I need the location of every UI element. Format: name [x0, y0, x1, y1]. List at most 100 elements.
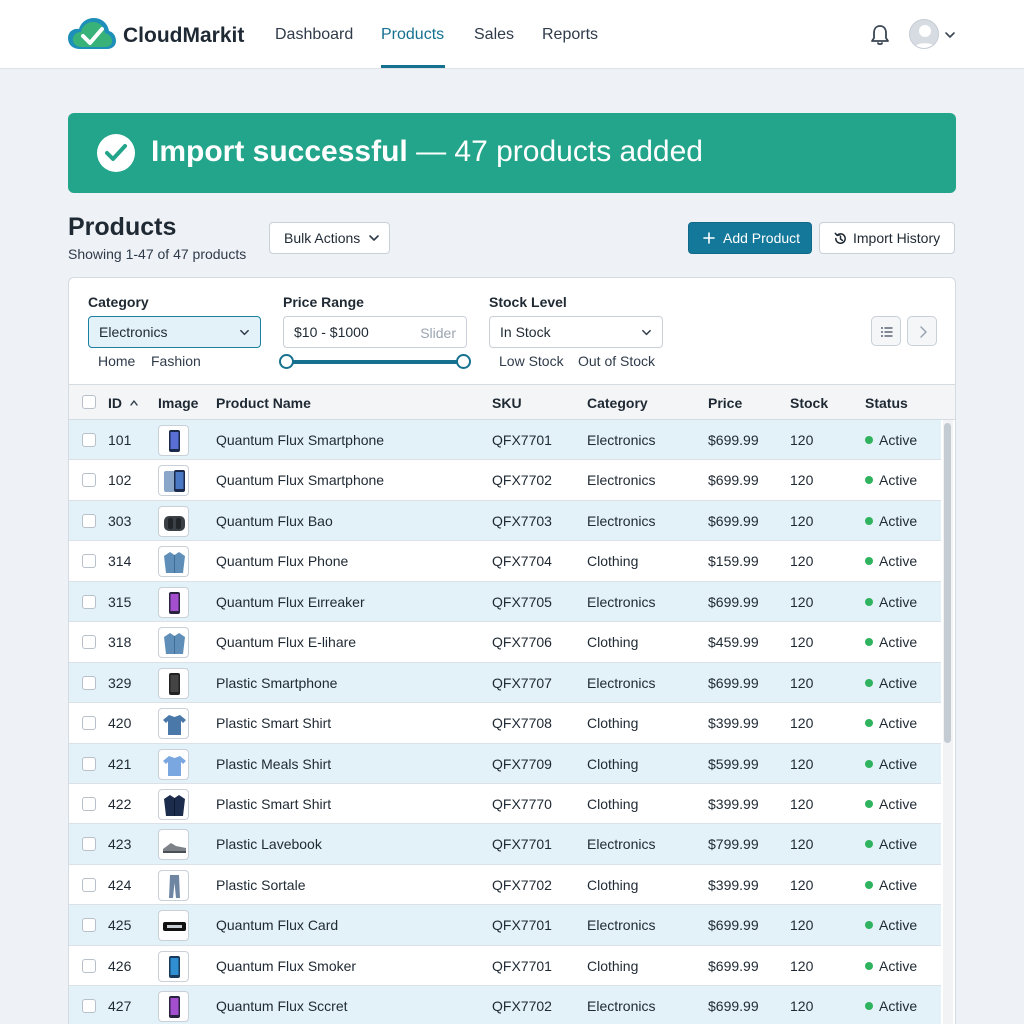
product-name[interactable]: Quantum Flux Card [216, 917, 338, 933]
row-checkbox[interactable] [82, 837, 96, 852]
table-row[interactable]: 420 Plastic Smart Shirt QFX7708 Clothing… [69, 703, 941, 744]
row-checkbox[interactable] [82, 433, 96, 447]
table-row[interactable]: 101 Quantum Flux Smartphone QFX7701 Elec… [69, 420, 941, 461]
price-range-input[interactable]: $10 - $1000 Slider [283, 316, 467, 348]
row-checkbox[interactable] [82, 999, 96, 1014]
column-header-status[interactable]: Status [865, 395, 908, 411]
product-name[interactable]: Quantum Flux E-lihare [216, 634, 356, 650]
row-checkbox[interactable] [82, 918, 96, 933]
nav-tab-reports[interactable]: Reports [542, 26, 598, 44]
column-header-sku[interactable]: SKU [492, 395, 522, 411]
table-row[interactable]: 423 Plastic Lavebook QFX7701 Electronics… [69, 824, 941, 865]
column-header-category[interactable]: Category [587, 395, 648, 411]
chevron-down-icon[interactable] [944, 29, 956, 41]
brand-name[interactable]: CloudMarkit [123, 24, 244, 48]
product-thumbnail[interactable] [158, 425, 189, 456]
product-thumbnail[interactable] [158, 708, 189, 740]
product-name[interactable]: Plastic Sortale [216, 877, 305, 893]
nav-tab-products[interactable]: Products [381, 26, 444, 44]
table-row[interactable]: 422 Plastic Smart Shirt QFX7770 Clothing… [69, 784, 941, 825]
table-row[interactable]: 424 Plastic Sortale QFX7702 Clothing $39… [69, 865, 941, 906]
cloud-check-logo[interactable] [68, 17, 116, 51]
product-name[interactable]: Quantum Flux Smartphone [216, 472, 384, 488]
stock-level-select[interactable]: In Stock [489, 316, 663, 348]
product-thumbnail[interactable] [158, 950, 189, 982]
product-name[interactable]: Quantum Flux Bao [216, 513, 333, 529]
table-row[interactable]: 329 Plastic Smartphone QFX7707 Electroni… [69, 662, 941, 704]
table-row[interactable]: 427 Quantum Flux Sccret QFX7702 Electron… [69, 986, 941, 1024]
select-all-checkbox[interactable] [82, 395, 96, 409]
bell-icon[interactable] [870, 24, 890, 46]
import-history-button[interactable]: Import History [819, 222, 955, 254]
product-thumbnail[interactable] [158, 627, 189, 659]
status-badge: Active [879, 715, 918, 732]
table-scrollbar-thumb[interactable] [944, 423, 951, 743]
product-name[interactable]: Plastic Smart Shirt [216, 796, 331, 812]
banner-message: Import successful — 47 products added [151, 135, 703, 169]
category-option-fashion[interactable]: Fashion [151, 353, 201, 369]
row-checkbox[interactable] [82, 635, 96, 650]
product-name[interactable]: Quantum Flux Smartphone [216, 432, 384, 448]
nav-tab-dashboard[interactable]: Dashboard [275, 26, 353, 44]
stock-option-low[interactable]: Low Stock [499, 353, 564, 369]
product-thumbnail[interactable] [158, 748, 189, 780]
table-row[interactable]: 102 Quantum Flux Smartphone QFX7702 Elec… [69, 460, 941, 501]
product-stock: 120 [790, 836, 814, 853]
product-name[interactable]: Quantum Flux Eιrreaker [216, 594, 365, 610]
column-header-stock[interactable]: Stock [790, 395, 828, 411]
column-header-price[interactable]: Price [708, 395, 742, 411]
category-option-home[interactable]: Home [98, 353, 135, 369]
product-thumbnail[interactable] [158, 910, 189, 942]
user-avatar[interactable] [909, 19, 939, 49]
stock-option-out[interactable]: Out of Stock [578, 353, 655, 369]
product-thumbnail[interactable] [158, 829, 189, 861]
status-badge: Active [879, 917, 918, 934]
add-product-button[interactable]: Add Product [688, 222, 812, 254]
row-checkbox[interactable] [82, 796, 96, 811]
row-checkbox[interactable] [82, 594, 96, 609]
row-checkbox[interactable] [82, 958, 96, 973]
row-checkbox[interactable] [82, 756, 96, 771]
product-name[interactable]: Quantum Flux Sccret [216, 998, 348, 1014]
table-row[interactable]: 421 Plastic Meals Shirt QFX7709 Clothing… [69, 743, 941, 784]
product-name[interactable]: Plastic Smartphone [216, 675, 337, 691]
column-header-product-name[interactable]: Product Name [216, 395, 311, 411]
table-row[interactable]: 315 Quantum Flux Eιrreaker QFX7705 Elect… [69, 581, 941, 623]
row-checkbox[interactable] [82, 554, 96, 569]
product-thumbnail[interactable] [158, 667, 189, 699]
price-slider-max-handle[interactable] [456, 354, 471, 369]
row-checkbox[interactable] [82, 675, 96, 690]
product-price: $699.99 [708, 998, 759, 1015]
table-row[interactable]: 318 Quantum Flux E-lihare QFX7706 Clothi… [69, 622, 941, 663]
table-row[interactable]: 425 Quantum Flux Card QFX7701 Electronic… [69, 905, 941, 946]
nav-tab-sales[interactable]: Sales [474, 26, 514, 44]
product-name[interactable]: Plastic Meals Shirt [216, 756, 331, 772]
product-name[interactable]: Plastic Smart Shirt [216, 715, 331, 731]
product-name[interactable]: Quantum Flux Phone [216, 553, 348, 569]
product-category: Clothing [587, 634, 639, 651]
table-row[interactable]: 303 Quantum Flux Bao QFX7703 Electronics… [69, 500, 941, 542]
price-range-slider-track[interactable] [286, 360, 464, 364]
category-select[interactable]: Electronics [88, 316, 261, 348]
row-checkbox[interactable] [82, 513, 96, 528]
row-checkbox[interactable] [82, 473, 96, 488]
bulk-actions-button[interactable]: Bulk Actions [269, 222, 390, 254]
product-thumbnail[interactable] [158, 788, 189, 820]
price-slider-min-handle[interactable] [279, 354, 294, 369]
product-name[interactable]: Plastic Lavebook [216, 836, 322, 852]
product-thumbnail[interactable] [158, 465, 189, 497]
product-thumbnail[interactable] [158, 586, 189, 618]
row-checkbox[interactable] [82, 877, 96, 892]
table-row[interactable]: 314 Quantum Flux Phone QFX7704 Clothing … [69, 541, 941, 582]
column-header-id[interactable]: ID [108, 395, 139, 411]
status-badge: Active [879, 795, 918, 812]
product-thumbnail[interactable] [158, 505, 189, 537]
next-page-button[interactable] [907, 316, 937, 346]
product-thumbnail[interactable] [158, 991, 189, 1023]
product-name[interactable]: Quantum Flux Smoker [216, 958, 356, 974]
product-thumbnail[interactable] [158, 546, 189, 578]
list-view-button[interactable] [871, 316, 901, 346]
product-thumbnail[interactable] [158, 869, 189, 901]
table-row[interactable]: 426 Quantum Flux Smoker QFX7701 Clothing… [69, 946, 941, 987]
row-checkbox[interactable] [82, 716, 96, 731]
